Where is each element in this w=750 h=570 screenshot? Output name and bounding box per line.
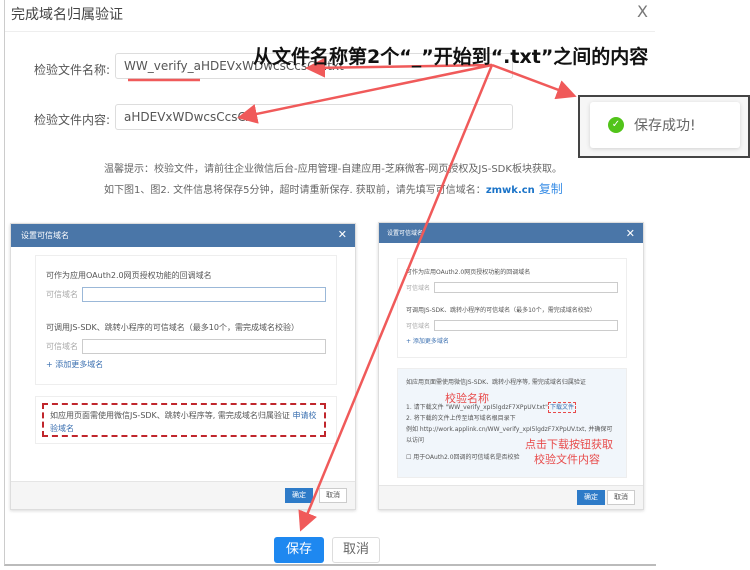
arrow-to-toast	[491, 63, 577, 100]
annotation-text: 从文件名称第2个“_”开始到“.txt”之间的内容	[253, 46, 649, 68]
annotation-arrows	[128, 57, 577, 532]
arrow-to-save	[298, 64, 494, 532]
arrow-to-content	[237, 63, 493, 124]
